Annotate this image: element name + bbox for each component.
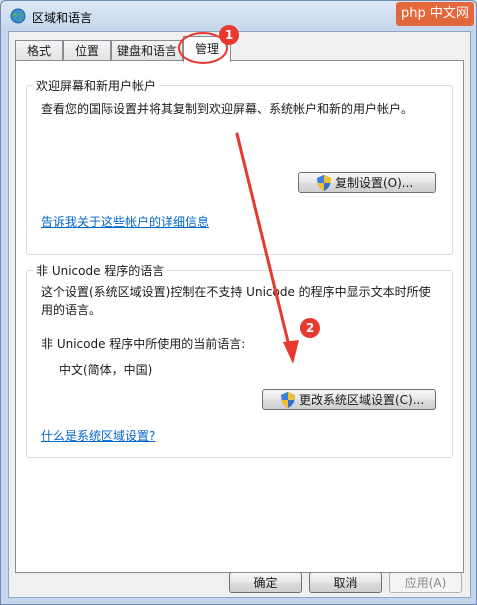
watermark-logo: php 中文网 <box>396 2 474 26</box>
current-language-label: 非 Unicode 程序中所使用的当前语言: <box>41 337 246 351</box>
window-title: 区域和语言 <box>32 11 93 25</box>
group-title: 非 Unicode 程序的语言 <box>33 262 168 279</box>
welcome-screen-group: 欢迎屏幕和新用户帐户 查看您的国际设置并将其复制到欢迎屏幕、系统帐户和新的用户帐… <box>26 77 453 255</box>
globe-icon <box>10 8 26 24</box>
uac-shield-icon <box>281 392 295 408</box>
step-1-badge: 1 <box>219 25 239 45</box>
accounts-info-link[interactable]: 告诉我关于这些帐户的详细信息 <box>41 213 209 231</box>
ok-button[interactable]: 确定 <box>229 572 302 593</box>
copy-settings-button[interactable]: 复制设置(O)... <box>298 172 436 193</box>
apply-button[interactable]: 应用(A) <box>389 572 462 593</box>
cancel-button[interactable]: 取消 <box>309 572 382 593</box>
client-area: 格式 位置 键盘和语言 管理 欢迎屏幕和新用户帐户 查看您的国际设置并将其复制到… <box>8 31 471 598</box>
tab-location[interactable]: 位置 <box>63 40 111 61</box>
dialog-window: 区域和语言 格式 位置 键盘和语言 管理 欢迎屏幕和新用户帐户 查看您的国际设置… <box>0 0 477 605</box>
change-system-locale-button[interactable]: 更改系统区域设置(C)... <box>262 389 436 410</box>
unicode-description-line2: 用的语言。 <box>41 303 102 317</box>
uac-shield-icon <box>317 175 331 191</box>
welcome-description: 查看您的国际设置并将其复制到欢迎屏幕、系统帐户和新的用户帐户。 <box>41 102 414 116</box>
administrative-panel: 欢迎屏幕和新用户帐户 查看您的国际设置并将其复制到欢迎屏幕、系统帐户和新的用户帐… <box>15 60 464 573</box>
tab-formats[interactable]: 格式 <box>15 40 63 61</box>
unicode-description-line1: 这个设置(系统区域设置)控制在不支持 Unicode 的程序中显示文本时所使 <box>41 285 431 299</box>
tab-keyboards-languages[interactable]: 键盘和语言 <box>111 40 183 61</box>
system-locale-help-link[interactable]: 什么是系统区域设置? <box>41 427 155 445</box>
current-language-value: 中文(简体，中国) <box>59 363 153 377</box>
group-title: 欢迎屏幕和新用户帐户 <box>33 77 160 94</box>
non-unicode-group: 非 Unicode 程序的语言 这个设置(系统区域设置)控制在不支持 Unico… <box>26 262 453 458</box>
step-2-badge: 2 <box>300 318 320 338</box>
